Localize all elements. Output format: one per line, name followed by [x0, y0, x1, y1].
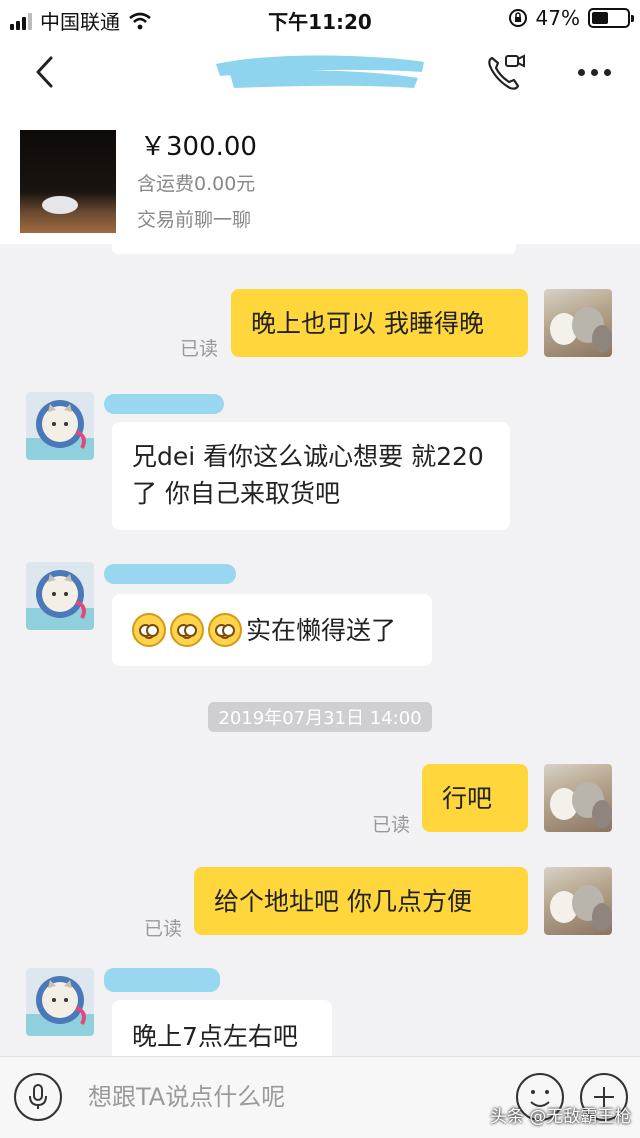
contact-avatar[interactable]	[26, 562, 94, 630]
dot-icon	[590, 68, 598, 76]
astronaut-cat-icon	[26, 570, 94, 630]
sender-name-redacted	[104, 394, 224, 414]
read-receipt: 已读	[144, 918, 183, 940]
phone-video-icon	[488, 54, 525, 90]
my-avatar[interactable]	[544, 289, 612, 357]
smiley-emoji-icon	[208, 613, 242, 647]
message-input[interactable]	[88, 1077, 488, 1117]
message-text: 实在懒得送了	[246, 615, 397, 645]
read-receipt: 已读	[180, 338, 219, 360]
status-right: 47%	[508, 6, 634, 30]
product-note: 交易前聊一聊	[137, 209, 252, 231]
sender-name-redacted	[104, 564, 236, 584]
product-price: ￥300.00	[140, 132, 257, 162]
product-thumbnail[interactable]	[20, 130, 116, 233]
cat-photo-icon	[550, 307, 612, 353]
astronaut-cat-icon	[26, 976, 94, 1036]
chat-area[interactable]: 已读 晚上也可以 我睡得晚 兄dei 看你这么诚心想要 就220了 你自己来取货…	[0, 244, 640, 1056]
orientation-lock-icon	[508, 9, 527, 27]
message-bubble-theirs[interactable]: 晚上7点左右吧	[112, 1000, 332, 1056]
dot-icon	[603, 68, 611, 76]
battery-icon	[588, 8, 634, 28]
chevron-left-icon	[36, 56, 53, 88]
astronaut-cat-icon	[26, 400, 94, 460]
my-avatar[interactable]	[544, 764, 612, 832]
shipping-fee: 含运费0.00元	[137, 173, 256, 195]
product-card[interactable]: ￥300.00 含运费0.00元 交易前聊一聊	[0, 108, 640, 244]
message-bubble-theirs[interactable]: 兄dei 看你这么诚心想要 就220了 你自己来取货吧	[112, 422, 510, 530]
battery-percent: 47%	[535, 6, 580, 30]
contact-name-redacted	[216, 55, 424, 88]
smiley-emoji-icon	[132, 613, 166, 647]
sender-name-redacted	[104, 968, 220, 992]
contact-avatar[interactable]	[26, 968, 94, 1036]
message-bubble-mine[interactable]: 晚上也可以 我睡得晚	[231, 289, 528, 357]
call-button[interactable]	[484, 50, 528, 94]
smiley-emoji-icon	[170, 613, 204, 647]
message-bubble-theirs[interactable]: 实在懒得送了	[112, 594, 432, 666]
monitor-stand	[42, 196, 78, 214]
read-receipt: 已读	[372, 814, 411, 836]
voice-input-button[interactable]	[14, 1073, 62, 1121]
cat-photo-icon	[550, 885, 612, 931]
my-avatar[interactable]	[544, 867, 612, 935]
message-bubble-mine[interactable]: 行吧	[422, 764, 528, 832]
timestamp-divider: 2019年07月31日 14:00	[208, 702, 432, 732]
cat-photo-icon	[550, 782, 612, 828]
contact-avatar[interactable]	[26, 392, 94, 460]
previous-message-bubble	[112, 244, 516, 254]
microphone-icon	[29, 1084, 47, 1109]
nav-bar	[0, 36, 640, 108]
status-bar: 中国联通 下午11:20 47%	[0, 0, 640, 36]
message-bubble-mine[interactable]: 给个地址吧 你几点方便	[194, 867, 528, 935]
dot-icon	[577, 68, 585, 76]
more-options-button[interactable]	[572, 54, 616, 90]
watermark: 头条 @无敌霸王枪	[490, 1107, 632, 1127]
battery-fill	[592, 12, 608, 24]
back-button[interactable]	[24, 52, 64, 92]
